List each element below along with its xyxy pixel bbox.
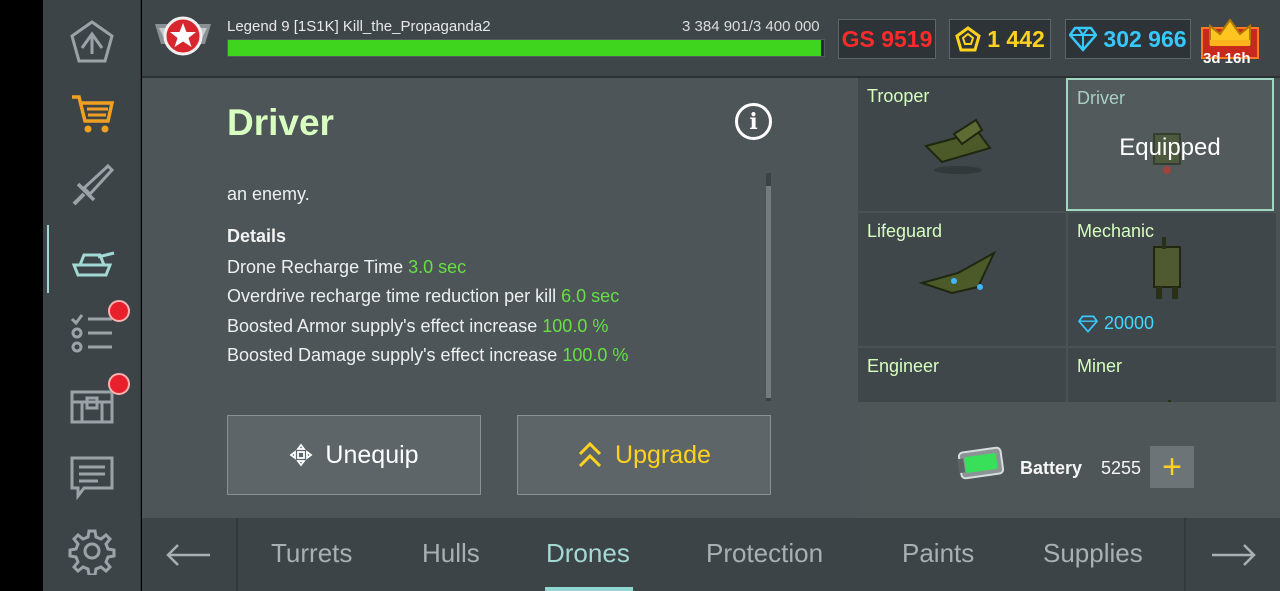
tab-protection[interactable]: Protection [706, 538, 823, 569]
tab-drones[interactable]: Drones [546, 538, 630, 569]
stat-label: Boosted Damage supply's effect increase [227, 345, 558, 365]
xp-bar [227, 39, 825, 57]
drone-card-miner[interactable]: Miner [1068, 348, 1276, 402]
battery-count: 5255 [1101, 458, 1142, 478]
stat-row: Boosted Damage supply's effect increase … [227, 345, 628, 366]
battery-add-button[interactable]: + [1150, 446, 1194, 488]
news-icon [70, 456, 114, 500]
stat-row: Boosted Armor supply's effect increase 1… [227, 316, 608, 337]
rubies-counter[interactable]: 302 966 [1065, 19, 1191, 59]
drone-name: Engineer [867, 356, 940, 376]
equipped-status: Equipped [1119, 134, 1221, 161]
next-tab-button[interactable] [1184, 518, 1280, 591]
drone-card-engineer[interactable]: Engineer [858, 348, 1066, 402]
cart-icon [72, 95, 115, 133]
drone-image [1153, 237, 1181, 299]
sidebar-item-garage[interactable] [43, 225, 141, 293]
sidebar-item-shop[interactable] [43, 79, 141, 147]
drone-card-mechanic[interactable]: Mechanic 20000 [1068, 213, 1276, 346]
rank-icon [155, 16, 211, 56]
info-icon: i [749, 108, 758, 135]
unequip-icon [289, 443, 313, 467]
drone-price: 20000 [1078, 313, 1154, 334]
arrow-left-icon [166, 543, 210, 566]
sword-icon [72, 163, 115, 206]
description-scroll-area[interactable]: an enemy. Details Drone Recharge Time 3.… [227, 163, 767, 398]
arrow-right-icon [1212, 543, 1256, 566]
sidebar-item-missions[interactable] [43, 297, 141, 365]
stat-label: Boosted Armor supply's effect increase [227, 316, 538, 336]
stat-row: Overdrive recharge time reduction per ki… [227, 286, 619, 307]
drone-name: Miner [1077, 356, 1123, 376]
diamond-icon [1078, 315, 1098, 333]
player-name: Legend 9 [1S1K] Kill_the_Propaganda2 [227, 18, 491, 35]
tab-paints[interactable]: Paints [902, 538, 974, 569]
diamond-icon [1069, 26, 1098, 52]
stat-label: Drone Recharge Time [227, 257, 404, 277]
price-value: 20000 [1104, 313, 1155, 333]
drone-name: Trooper [867, 86, 930, 106]
xp-counter: 3 384 901/3 400 000 [682, 18, 820, 35]
unequip-label: Unequip [325, 440, 419, 469]
stat-value: 100.0 % [542, 316, 609, 336]
info-button[interactable]: i [735, 103, 772, 140]
tab-supplies[interactable]: Supplies [1043, 538, 1143, 569]
xp-bar-fill [228, 40, 822, 56]
unequip-button[interactable]: Unequip [227, 415, 481, 495]
drone-detail-panel: Driver i an enemy. Details Drone Recharg… [142, 78, 858, 518]
drone-card-driver[interactable]: Driver Equipped [1066, 78, 1274, 211]
gear-icon [68, 529, 116, 575]
prev-tab-button[interactable] [142, 518, 238, 591]
stat-value: 3.0 sec [408, 257, 467, 277]
gear-score-badge: GS 9519 [838, 19, 936, 59]
details-heading: Details [227, 226, 287, 246]
top-bar: Legend 9 [1S1K] Kill_the_Propaganda2 3 3… [142, 0, 1280, 78]
battery-icon [957, 446, 1005, 480]
upgrade-label: Upgrade [615, 440, 711, 469]
crystal-icon [955, 26, 981, 52]
upgrade-button[interactable]: Upgrade [517, 415, 771, 495]
stat-label: Overdrive recharge time reduction per ki… [227, 286, 557, 306]
crystals-value: 1 442 [987, 25, 1045, 52]
sidebar-item-home[interactable] [43, 8, 141, 76]
sidebar-item-news[interactable] [43, 442, 141, 510]
active-tab-indicator [545, 587, 633, 591]
premium-timer: 3d 16h [1203, 50, 1251, 67]
drone-image [918, 250, 997, 295]
category-tab-bar: Turrets Hulls Drones Protection Paints S… [142, 518, 1280, 591]
drone-card-trooper[interactable]: Trooper [858, 78, 1066, 211]
description-text: an enemy. [227, 184, 310, 204]
battery-panel: Battery 5255 + [858, 402, 1280, 518]
drone-name: Driver [1077, 88, 1125, 108]
tank-icon [71, 251, 115, 277]
plus-icon: + [1162, 447, 1182, 486]
tab-hulls[interactable]: Hulls [422, 538, 480, 569]
tab-turrets[interactable]: Turrets [271, 538, 352, 569]
rubies-value: 302 966 [1103, 25, 1187, 52]
stat-value: 100.0 % [562, 345, 629, 365]
drone-card-lifeguard[interactable]: Lifeguard [858, 213, 1066, 346]
drone-name: Lifeguard [867, 221, 943, 241]
chevrons-up-icon [578, 441, 602, 468]
drone-image [1168, 400, 1171, 402]
battery-label: Battery [1020, 458, 1083, 478]
drone-grid: Trooper Driver Equipped Lifeguard Mechan… [858, 78, 1280, 402]
sidebar-item-weapons[interactable] [43, 152, 141, 220]
sidebar-item-containers[interactable] [43, 370, 141, 438]
drone-image [924, 118, 992, 174]
sidebar [43, 0, 141, 591]
notification-badge [108, 373, 130, 395]
gear-score-value: GS 9519 [841, 25, 933, 52]
drone-title: Driver [227, 102, 334, 143]
sidebar-item-settings[interactable] [43, 517, 141, 585]
stat-value: 6.0 sec [561, 286, 620, 306]
scrollbar-thumb[interactable] [766, 186, 771, 398]
drone-image [918, 382, 998, 402]
notification-badge [108, 300, 130, 322]
home-icon [70, 20, 114, 63]
stat-row: Drone Recharge Time 3.0 sec [227, 257, 466, 278]
crystals-counter[interactable]: 1 442 [949, 19, 1051, 59]
